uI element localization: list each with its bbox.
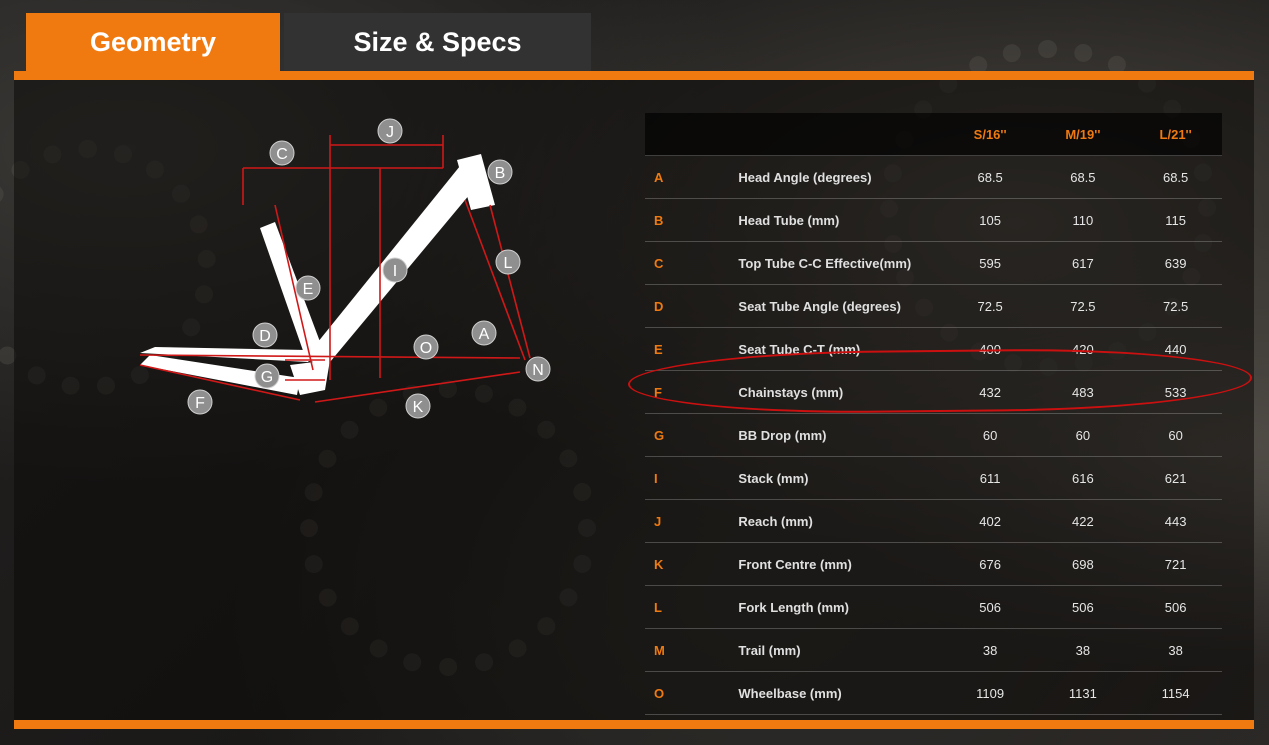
row-label: Reach (mm)	[737, 499, 944, 543]
table-row: D Seat Tube Angle (degrees) 72.5 72.5 72…	[645, 284, 1222, 328]
table-row: A Head Angle (degrees) 68.5 68.5 68.5	[645, 155, 1222, 199]
row-value-s: 1109	[943, 671, 1037, 715]
top-divider	[14, 71, 1254, 80]
row-value-m: 72.5	[1036, 284, 1130, 328]
row-value-l: 621	[1129, 456, 1222, 500]
header-size-l: L/21''	[1129, 113, 1222, 156]
label-l: L	[504, 255, 513, 272]
row-value-m: 60	[1036, 413, 1130, 457]
row-label: Wheelbase (mm)	[737, 671, 944, 715]
row-value-s: 105	[943, 198, 1037, 242]
row-letter: I	[645, 456, 738, 500]
label-e: E	[303, 281, 314, 298]
row-value-s: 595	[943, 241, 1037, 285]
label-n: N	[532, 362, 544, 379]
row-value-l: 68.5	[1129, 155, 1222, 199]
row-value-s: 38	[943, 628, 1037, 672]
row-label: Top Tube C-C Effective(mm)	[737, 241, 944, 285]
row-value-m: 616	[1036, 456, 1130, 500]
row-value-l: 60	[1129, 413, 1222, 457]
row-value-s: 611	[943, 456, 1037, 500]
row-value-l: 506	[1129, 585, 1222, 629]
row-value-s: 72.5	[943, 284, 1037, 328]
row-label: BB Drop (mm)	[737, 413, 944, 457]
row-label: Stack (mm)	[737, 456, 944, 500]
table-row: I Stack (mm) 611 616 621	[645, 456, 1222, 500]
tab-geometry[interactable]: Geometry	[26, 13, 280, 71]
header-size-s: S/16''	[943, 113, 1037, 156]
row-letter: G	[645, 413, 738, 457]
label-d: D	[259, 328, 271, 345]
row-value-m: 38	[1036, 628, 1130, 672]
row-value-s: 68.5	[943, 155, 1037, 199]
row-value-s: 676	[943, 542, 1037, 586]
bike-frame-diagram: J C B L I E D A O G N F K	[139, 118, 551, 419]
row-value-l: 443	[1129, 499, 1222, 543]
tab-size-specs[interactable]: Size & Specs	[284, 13, 591, 71]
row-label: Front Centre (mm)	[737, 542, 944, 586]
label-c: C	[276, 146, 288, 163]
row-letter: C	[645, 241, 738, 285]
label-k: K	[413, 399, 424, 416]
row-label: Seat Tube Angle (degrees)	[737, 284, 944, 328]
row-letter: A	[645, 155, 738, 199]
row-letter: J	[645, 499, 738, 543]
frame-shape	[140, 154, 495, 395]
label-b: B	[495, 165, 506, 182]
header-size-m: M/19''	[1036, 113, 1130, 156]
label-a: A	[479, 326, 490, 343]
row-value-s: 506	[943, 585, 1037, 629]
row-label: Head Angle (degrees)	[737, 155, 944, 199]
table-row: B Head Tube (mm) 105 110 115	[645, 198, 1222, 242]
row-value-l: 639	[1129, 241, 1222, 285]
row-value-m: 1131	[1036, 671, 1130, 715]
table-row: G BB Drop (mm) 60 60 60	[645, 413, 1222, 457]
header-label	[737, 113, 944, 156]
label-g: G	[261, 369, 273, 386]
row-label: Trail (mm)	[737, 628, 944, 672]
geometry-table: S/16'' M/19'' L/21'' A Head Angle (degre…	[645, 113, 1222, 715]
row-value-m: 617	[1036, 241, 1130, 285]
label-i: I	[393, 263, 397, 280]
table-row: O Wheelbase (mm) 1109 1131 1154	[645, 671, 1222, 715]
row-value-s: 402	[943, 499, 1037, 543]
row-value-l: 115	[1129, 198, 1222, 242]
row-letter: O	[645, 671, 738, 715]
label-j: J	[386, 124, 394, 141]
table-row: C Top Tube C-C Effective(mm) 595 617 639	[645, 241, 1222, 285]
label-f: F	[195, 395, 205, 412]
row-value-m: 698	[1036, 542, 1130, 586]
table-row: L Fork Length (mm) 506 506 506	[645, 585, 1222, 629]
row-letter: L	[645, 585, 738, 629]
row-label: Head Tube (mm)	[737, 198, 944, 242]
label-o: O	[420, 340, 432, 357]
bottom-divider	[14, 720, 1254, 729]
row-value-m: 422	[1036, 499, 1130, 543]
tab-bar: Geometry Size & Specs	[26, 13, 591, 71]
header-letter	[645, 113, 738, 156]
row-label: Fork Length (mm)	[737, 585, 944, 629]
row-value-l: 38	[1129, 628, 1222, 672]
row-letter: M	[645, 628, 738, 672]
row-value-m: 506	[1036, 585, 1130, 629]
table-header-row: S/16'' M/19'' L/21''	[645, 113, 1222, 156]
row-letter: K	[645, 542, 738, 586]
row-value-m: 110	[1036, 198, 1130, 242]
row-value-l: 1154	[1129, 671, 1222, 715]
row-value-m: 68.5	[1036, 155, 1130, 199]
table-row: J Reach (mm) 402 422 443	[645, 499, 1222, 543]
row-letter: D	[645, 284, 738, 328]
row-value-l: 72.5	[1129, 284, 1222, 328]
row-value-l: 721	[1129, 542, 1222, 586]
row-letter: B	[645, 198, 738, 242]
row-value-s: 60	[943, 413, 1037, 457]
table-row: M Trail (mm) 38 38 38	[645, 628, 1222, 672]
table-row: K Front Centre (mm) 676 698 721	[645, 542, 1222, 586]
